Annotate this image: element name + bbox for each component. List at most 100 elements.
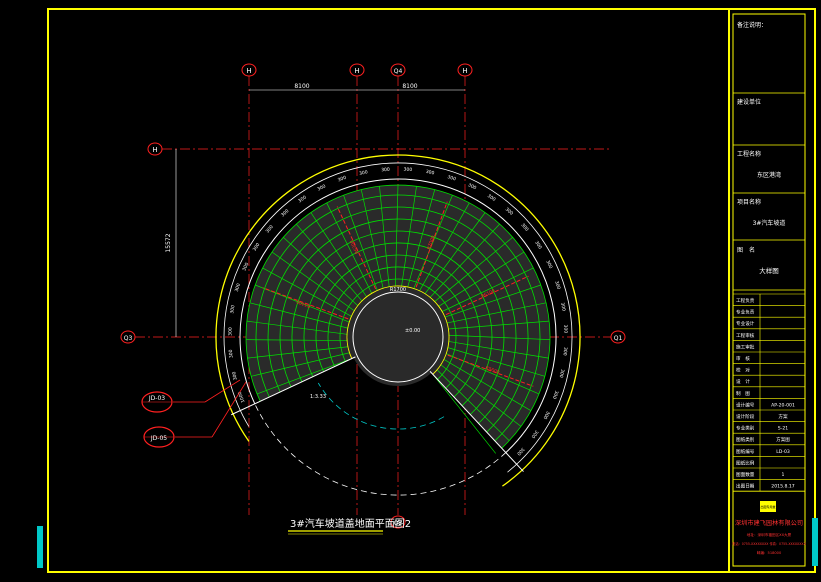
axis-bubble-top-3: Q4 <box>390 63 406 77</box>
svg-text:JD-03: JD-03 <box>148 395 165 402</box>
svg-text:Q3: Q3 <box>124 335 133 342</box>
tb-row-label: 专业类别 <box>736 425 755 432</box>
svg-text:H: H <box>354 67 359 75</box>
axis-bubble-top-2: H <box>349 63 365 77</box>
ring-dim-label: 300 <box>562 324 568 333</box>
tb-row-label: 图面数量 <box>736 471 755 478</box>
tb-row-value: 2015.8.17 <box>771 484 794 490</box>
company-address: 地址：深圳市福田区XX大厦 <box>747 532 792 537</box>
lower-ramp-centerline <box>317 382 445 430</box>
tb-row-label: 设计阶段 <box>736 413 755 420</box>
axis-bubble-left: H <box>147 142 163 156</box>
ring-dim-label: 300 <box>280 208 290 218</box>
drawing-title: 3#汽车坡道盖地面平面图2 <box>290 517 411 530</box>
cyan-edge-mark-left <box>37 526 43 568</box>
svg-text:H: H <box>152 146 157 154</box>
ramp-plan: 1000300300300300300300300300300300300300… <box>135 76 611 515</box>
company-name: 深圳市建飞园林有限公司 <box>735 519 803 527</box>
tb-item-value: 3#汽车坡道 <box>753 219 786 227</box>
ring-dim-label: 300 <box>227 327 233 336</box>
tb-row-label: 制 图 <box>736 390 750 397</box>
svg-text:H: H <box>246 67 251 75</box>
axis-bubble-top-4: H <box>457 63 473 77</box>
tb-row-label: 图纸比例 <box>736 459 755 466</box>
ring-dim-label: 300 <box>486 193 497 203</box>
tb-row-label: 设计编号 <box>736 401 755 408</box>
tb-project-value: 东区港湾 <box>757 171 781 179</box>
ring-dim-label: 300 <box>551 390 560 400</box>
tb-row-value: AP-20-001 <box>771 402 795 408</box>
title-block: 备注说明： 建设单位 工程名称 东区港湾 项目名称 3#汽车坡道 图 名 大样图… <box>732 13 807 567</box>
ring-dim-label: 300 <box>265 224 275 235</box>
ring-dim-label: 300 <box>337 175 347 184</box>
tb-drawing-name-label: 图 名 <box>737 246 755 254</box>
tb-row-label: 图纸编号 <box>736 448 755 455</box>
ring-dim-label: 300 <box>515 446 525 456</box>
svg-text:Q4: Q4 <box>394 68 403 75</box>
ring-dim-label: 300 <box>234 283 242 293</box>
ring-dim-label: 300 <box>381 167 390 174</box>
tb-item-label: 项目名称 <box>737 198 761 206</box>
tb-client-label: 建设单位 <box>737 98 761 106</box>
tb-row-value: 方案 <box>778 413 788 420</box>
tb-row-label: 专业设计 <box>736 320 755 327</box>
dim-top-left: 8100 <box>294 83 309 90</box>
tb-row-value: 1 <box>782 472 785 478</box>
center-radius-label: R1700 <box>390 287 406 293</box>
callout-bubble-1: JD-03 <box>141 391 173 413</box>
tb-row-value: 方案图 <box>776 436 790 443</box>
company-postcode: 邮编：518000 <box>757 550 782 555</box>
ring-dim-label: 300 <box>228 349 235 358</box>
ring-dim-label: 300 <box>544 259 553 269</box>
tb-row-label: 设 计 <box>736 378 750 385</box>
lower-ramp-edge <box>254 403 507 496</box>
ring-dim-label: 300 <box>558 368 566 378</box>
ring-dim-label: 300 <box>359 169 369 177</box>
axis-bubble-q3: Q3 <box>120 330 136 344</box>
tb-row-label: 校 对 <box>736 367 750 374</box>
tb-row-value: S-21 <box>778 426 788 432</box>
ring-dim-label: 1000 <box>237 390 247 403</box>
tb-row-label: 工程审核 <box>736 332 755 339</box>
ring-dim-label: 300 <box>403 167 412 174</box>
ring-dim-label: 300 <box>533 240 543 251</box>
dim-top-right: 8100 <box>402 83 417 90</box>
company-phone: 电话：0755-XXXXXXXX 传真：0755-XXXXXXXX <box>732 541 806 546</box>
tb-row-label: 施工审批 <box>736 343 755 350</box>
ring-dim-label: 300 <box>252 242 262 253</box>
ring-dim-label: 300 <box>447 174 457 182</box>
tb-row-label: 图纸类别 <box>736 436 755 443</box>
tb-project-label: 工程名称 <box>737 150 761 158</box>
dim-vertical: 15572 <box>165 233 172 252</box>
tb-row-value: LD-03 <box>776 449 790 455</box>
ring-dim-label: 300 <box>316 183 327 192</box>
ring-dim-label: 300 <box>559 302 566 312</box>
ring-dim-label: 300 <box>542 410 551 421</box>
center-elevation: ±0.00 <box>405 328 420 334</box>
axis-bubble-q1: Q1 <box>610 330 626 344</box>
ring-dim-label: 300 <box>504 206 515 216</box>
tb-header: 备注说明： <box>737 21 767 29</box>
ring-dim-label: 300 <box>530 429 540 440</box>
callout-bubble-2: JD-05 <box>143 426 175 448</box>
slope-label: 1:3.33 <box>310 394 326 400</box>
svg-text:JD-05: JD-05 <box>150 435 167 442</box>
tb-row-label: 工程负责 <box>736 297 755 304</box>
svg-text:Q1: Q1 <box>614 335 623 342</box>
ring-dim-label: 300 <box>553 280 561 290</box>
ring-dim-label: 300 <box>467 182 477 191</box>
ring-dim-label: 300 <box>229 305 236 315</box>
ring-dim-label: 300 <box>562 347 569 356</box>
cyan-edge-mark-right <box>812 518 818 566</box>
seal-text: 出图专用章 <box>760 504 775 509</box>
ring-dim-label: 300 <box>297 194 308 204</box>
ring-dim-label: 300 <box>425 169 435 177</box>
svg-text:H: H <box>462 67 467 75</box>
title-block-rows: 工程负责专业负责专业设计工程审核施工审批审 核校 对设 计制 图设计编号 AP-2… <box>733 293 805 492</box>
ring-dim-label: 300 <box>520 222 530 233</box>
tb-drawing-name-value: 大样图 <box>759 266 779 275</box>
tb-row-label: 出图日期 <box>736 483 755 490</box>
ring-dim-label: 300 <box>231 371 239 381</box>
cad-drawing-canvas: 1000300300300300300300300300300300300300… <box>37 8 818 573</box>
tb-row-label: 专业负责 <box>736 309 755 316</box>
